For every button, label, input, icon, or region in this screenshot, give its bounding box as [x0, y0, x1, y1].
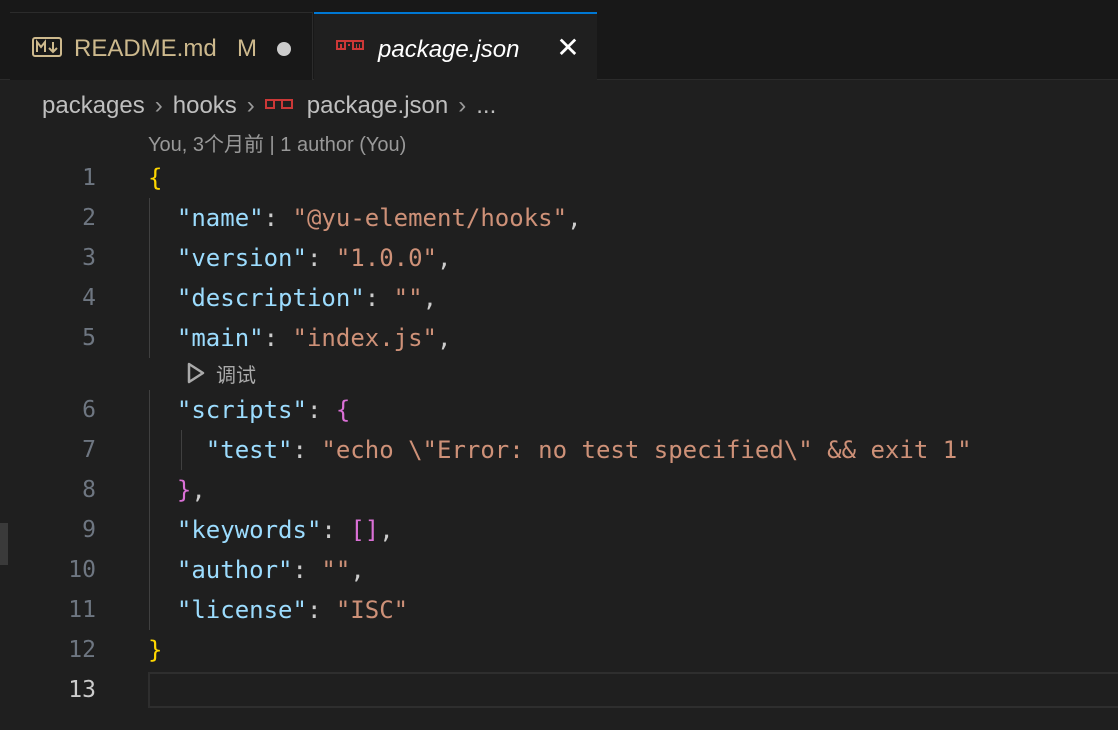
chevron-right-icon: › — [246, 92, 255, 119]
json-string: "1.0.0" — [335, 244, 438, 272]
tab-package-json[interactable]: package.json ✕ — [314, 12, 597, 81]
debug-label: 调试 — [216, 364, 256, 387]
json-key: "main" — [176, 324, 264, 352]
breadcrumb-more[interactable]: ... — [476, 92, 496, 120]
brace-close: } — [176, 476, 192, 504]
git-blame-codelens[interactable]: You, 3个月前 | 1 author (You) — [148, 128, 406, 157]
code-line[interactable]: "main": "index.js", — [148, 318, 452, 358]
tab-bar: README.md M package.json ✕ — [0, 0, 1118, 81]
json-string: "@yu-element/hooks" — [292, 204, 568, 232]
line-number: 11 — [68, 597, 96, 623]
json-key: "description" — [176, 284, 365, 312]
json-key: "version" — [176, 244, 307, 272]
code-line[interactable]: { — [148, 158, 162, 198]
json-string: "index.js" — [292, 324, 438, 352]
line-number: 10 — [68, 557, 96, 583]
brace-close: } — [148, 636, 163, 664]
code-line[interactable]: "description": "", — [148, 278, 437, 318]
line-number: 9 — [82, 517, 96, 543]
code-line[interactable]: } — [148, 630, 162, 670]
breadcrumb-packages[interactable]: packages — [42, 92, 145, 120]
line-number: 12 — [68, 637, 96, 663]
line-number: 1 — [82, 165, 96, 191]
code-line[interactable]: "test": "echo \"Error: no test specified… — [148, 430, 972, 470]
npm-icon — [336, 40, 364, 50]
json-string: "ISC" — [335, 596, 409, 624]
npm-icon — [264, 99, 293, 109]
breadcrumb-package-json[interactable]: package.json — [307, 92, 448, 120]
json-key: "author" — [176, 556, 293, 584]
code-line[interactable]: "license": "ISC" — [148, 590, 408, 630]
line-number: 6 — [82, 397, 96, 423]
json-key: "scripts" — [176, 396, 307, 424]
close-icon[interactable]: ✕ — [554, 30, 582, 66]
scrollbar-marker[interactable] — [0, 523, 8, 565]
markdown-icon — [32, 37, 62, 57]
json-key: "keywords" — [176, 516, 322, 544]
line-number-current: 13 — [68, 677, 96, 703]
breadcrumb: packages › hooks › package.json › ... — [42, 88, 496, 124]
tab-readme[interactable]: README.md M — [10, 12, 313, 80]
chevron-right-icon: › — [458, 92, 467, 119]
unsaved-dot-icon[interactable] — [277, 42, 291, 56]
json-key: "name" — [176, 204, 264, 232]
tab-readme-label: README.md — [74, 35, 217, 62]
json-string: "" — [393, 284, 423, 312]
json-key: "test" — [205, 436, 293, 464]
line-number: 3 — [82, 245, 96, 271]
debug-codelens[interactable]: 调试 — [186, 358, 256, 388]
code-line[interactable]: "keywords": [], — [148, 510, 394, 550]
play-icon — [187, 362, 205, 384]
brace-open: { — [335, 396, 351, 424]
code-line[interactable]: }, — [148, 470, 206, 510]
json-array: [] — [350, 516, 380, 544]
json-key: "license" — [176, 596, 307, 624]
json-string: "" — [321, 556, 351, 584]
brace-open: { — [148, 164, 163, 192]
chevron-right-icon: › — [154, 92, 163, 119]
breadcrumb-hooks[interactable]: hooks — [173, 92, 237, 120]
code-line[interactable]: "scripts": { — [148, 390, 350, 430]
code-line[interactable]: "version": "1.0.0", — [148, 238, 452, 278]
code-line[interactable]: "author": "", — [148, 550, 365, 590]
code-line[interactable]: "name": "@yu-element/hooks", — [148, 198, 582, 238]
line-number: 8 — [82, 477, 96, 503]
line-number: 5 — [82, 325, 96, 351]
tab-package-json-label: package.json — [378, 36, 520, 63]
json-string: "echo \"Error: no test specified\" && ex… — [321, 436, 972, 464]
current-line-highlight[interactable] — [148, 672, 1118, 708]
line-number: 7 — [82, 437, 96, 463]
modified-badge: M — [237, 35, 257, 62]
line-number: 2 — [82, 205, 96, 231]
line-number: 4 — [82, 285, 96, 311]
